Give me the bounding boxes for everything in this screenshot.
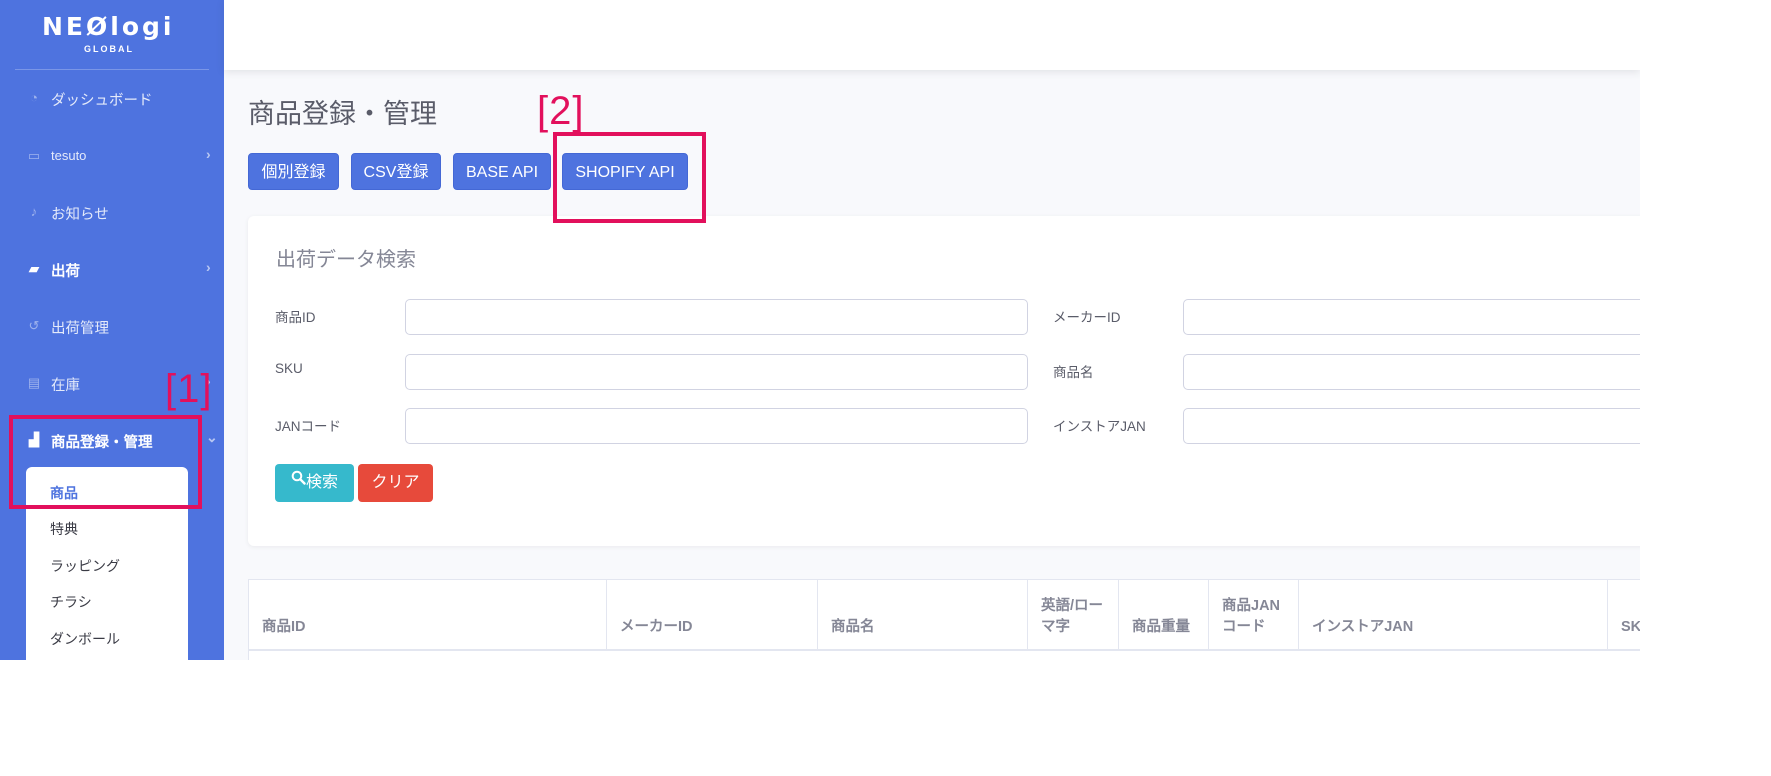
instore-jan-input[interactable] xyxy=(1183,408,1640,444)
table-header-product-id[interactable]: 商品ID xyxy=(249,580,607,650)
sidebar: NEØlogi GLOBAL ◔ ダッシュボード ▭ tesuto › ♪ お知… xyxy=(0,0,224,660)
annotation-box-2 xyxy=(553,132,706,223)
product-id-label: 商品ID xyxy=(275,310,316,325)
sidebar-item-label: 出荷 xyxy=(51,264,80,280)
submenu-item-wrapping[interactable]: ラッピング xyxy=(50,556,120,576)
annotation-number-1: [1] xyxy=(165,367,213,411)
header-label: SKU xyxy=(1621,619,1640,635)
table-header-maker-id[interactable]: メーカーID xyxy=(607,580,818,650)
sidebar-item-shipping[interactable]: ▰ 出荷 › xyxy=(0,249,224,289)
sku-label: SKU xyxy=(275,361,303,376)
brand-subtitle: GLOBAL xyxy=(84,44,134,54)
sidebar-item-shipping-management[interactable]: ↺ 出荷管理 xyxy=(0,306,224,346)
header-label: インストアJAN xyxy=(1312,619,1414,635)
annotation-number-2: [2] xyxy=(537,89,585,133)
individual-register-button[interactable]: 個別登録 xyxy=(248,153,339,190)
chevron-right-icon: › xyxy=(206,146,211,162)
history-icon: ↺ xyxy=(28,318,40,333)
product-table: 商品ID メーカーID 商品名 英語/ロー マ字 商品重量 商品JAN コード … xyxy=(248,579,1640,660)
sidebar-item-label: ダッシュボード xyxy=(51,93,153,109)
table-header-product-name[interactable]: 商品名 xyxy=(818,580,1028,650)
sidebar-divider xyxy=(15,69,209,70)
sidebar-item-label: お知らせ xyxy=(51,207,109,223)
maker-id-input[interactable] xyxy=(1183,299,1640,335)
product-name-input[interactable] xyxy=(1183,354,1640,390)
jan-code-label: JANコード xyxy=(275,419,342,434)
search-icon xyxy=(291,462,306,500)
truck-icon: ▰ xyxy=(29,261,39,276)
header-label: 商品重量 xyxy=(1132,619,1190,635)
sku-input[interactable] xyxy=(405,354,1028,390)
table-header-divider xyxy=(249,649,1640,651)
page-title: 商品登録・管理 xyxy=(248,99,437,129)
sidebar-item-label: 出荷管理 xyxy=(51,321,109,337)
search-button[interactable]: 検索 xyxy=(275,464,354,502)
header-label: 商品JAN コード xyxy=(1222,598,1281,635)
header-label: 商品ID xyxy=(262,619,306,635)
search-button-label: 検索 xyxy=(305,474,338,491)
sidebar-item-dashboard[interactable]: ◔ ダッシュボード xyxy=(0,78,224,118)
sidebar-item-label: 在庫 xyxy=(51,378,80,394)
header-label: 英語/ロー マ字 xyxy=(1041,598,1104,635)
product-name-label: 商品名 xyxy=(1053,365,1094,380)
header-label: メーカーID xyxy=(620,619,693,635)
topbar xyxy=(224,0,1640,70)
brand[interactable]: NEØlogi GLOBAL xyxy=(0,0,224,70)
search-card: 出荷データ検索 商品ID SKU JANコード メーカーID 商品名 インストア… xyxy=(248,216,1640,546)
instore-jan-label: インストアJAN xyxy=(1053,419,1146,434)
submenu-item-flyer[interactable]: チラシ xyxy=(50,592,92,612)
tachometer-icon: ◔ xyxy=(30,90,38,105)
sidebar-item-news[interactable]: ♪ お知らせ xyxy=(0,192,224,232)
submenu-item-cardboard[interactable]: ダンボール xyxy=(50,629,120,649)
submenu-item-bonus[interactable]: 特典 xyxy=(50,519,78,539)
table-header-instore-jan[interactable]: インストアJAN xyxy=(1299,580,1608,650)
clear-button[interactable]: クリア xyxy=(358,464,433,502)
brand-logo: NEØlogi xyxy=(42,12,175,41)
table-header-english-romaji[interactable]: 英語/ロー マ字 xyxy=(1028,580,1119,650)
maker-id-label: メーカーID xyxy=(1053,310,1121,325)
sidebar-item-tesuto[interactable]: ▭ tesuto › xyxy=(0,136,224,176)
annotation-box-1 xyxy=(9,415,202,509)
sidebar-item-label: tesuto xyxy=(51,148,87,163)
jan-code-input[interactable] xyxy=(405,408,1028,444)
search-card-title: 出荷データ検索 xyxy=(276,249,416,271)
product-id-input[interactable] xyxy=(405,299,1028,335)
drawer-icon: ▭ xyxy=(27,148,41,163)
table-header-product-weight[interactable]: 商品重量 xyxy=(1119,580,1209,650)
bell-icon: ♪ xyxy=(30,204,38,219)
warehouse-icon: ▤ xyxy=(27,375,41,390)
csv-register-button[interactable]: CSV登録 xyxy=(351,153,441,190)
table-header-product-jan-code[interactable]: 商品JAN コード xyxy=(1209,580,1299,650)
header-label: 商品名 xyxy=(831,619,875,635)
chevron-down-icon: ⌄ xyxy=(206,429,218,445)
table-header-sku[interactable]: SKU xyxy=(1608,580,1640,650)
chevron-right-icon: › xyxy=(206,259,211,275)
app-screen: NEØlogi GLOBAL ◔ ダッシュボード ▭ tesuto › ♪ お知… xyxy=(0,0,1640,660)
base-api-button[interactable]: BASE API xyxy=(453,153,551,190)
